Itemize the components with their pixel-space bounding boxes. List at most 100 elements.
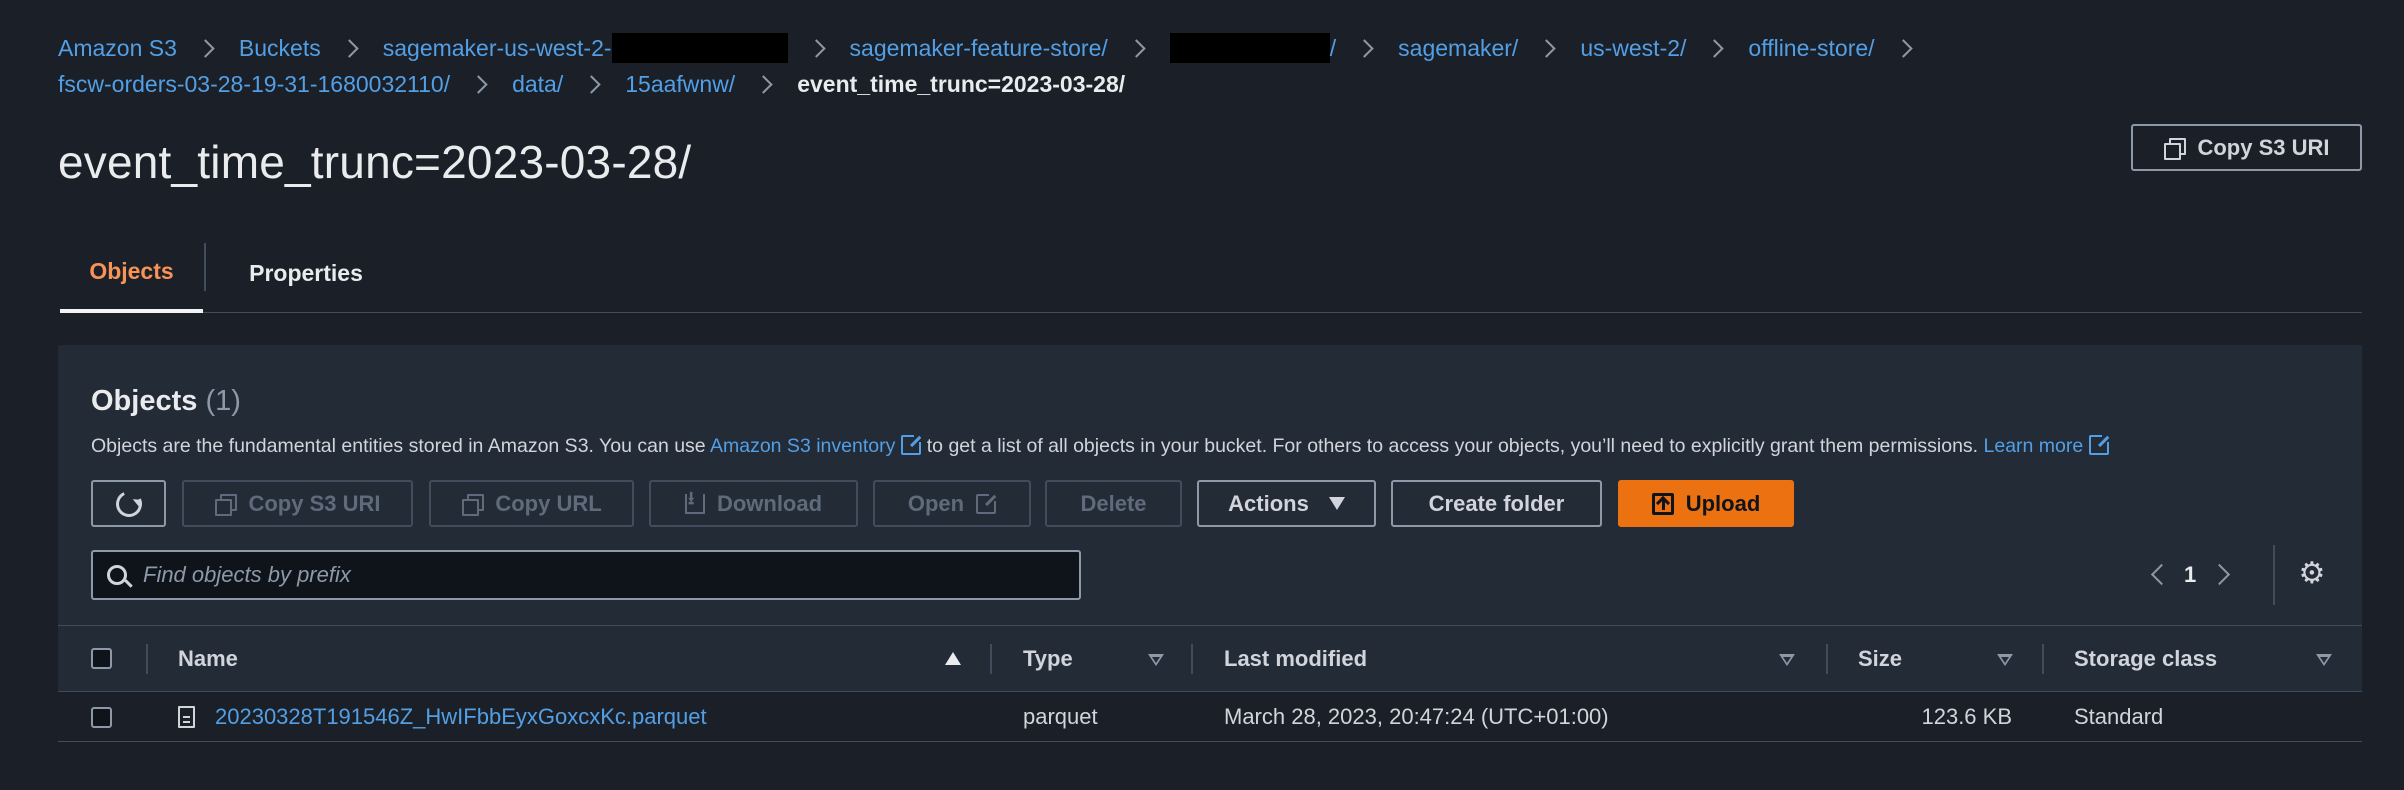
column-divider: [146, 644, 148, 674]
search-icon: [107, 565, 127, 585]
breadcrumb-link[interactable]: sagemaker-feature-store/: [850, 30, 1108, 66]
delete-button[interactable]: Delete: [1045, 480, 1182, 527]
breadcrumb-item-feature-store[interactable]: sagemaker-feature-store/: [850, 30, 1170, 66]
breadcrumb-link[interactable]: sagemaker-us-west-2-: [383, 30, 612, 66]
redaction-bar: [611, 33, 788, 63]
chevron-right-icon: [472, 76, 488, 92]
column-divider: [1191, 644, 1193, 674]
sort-ascending-icon[interactable]: [945, 652, 961, 665]
sort-icon[interactable]: [1148, 654, 1164, 666]
column-header-name[interactable]: Name: [178, 626, 238, 691]
breadcrumb-link[interactable]: us-west-2/: [1580, 30, 1686, 66]
sort-icon[interactable]: [2316, 654, 2332, 666]
open-button[interactable]: Open: [873, 480, 1031, 527]
copy-s3-uri-label: Copy S3 URI: [2197, 134, 2330, 160]
breadcrumb-item-feature-group[interactable]: fscw-orders-03-28-19-31-1680032110/: [58, 66, 512, 102]
sort-icon[interactable]: [1997, 654, 2013, 666]
breadcrumb-link[interactable]: Buckets: [239, 30, 321, 66]
objects-title: Objects: [91, 385, 198, 417]
breadcrumb-item-bucket[interactable]: sagemaker-us-west-2-: [383, 30, 850, 66]
breadcrumb-item-buckets[interactable]: Buckets: [239, 30, 383, 66]
pagination-prev-icon[interactable]: [2142, 557, 2172, 593]
copy-icon: [461, 493, 485, 516]
breadcrumb-link[interactable]: 15aafwnw/: [625, 66, 735, 102]
column-divider: [2042, 644, 2044, 674]
copy-s3-uri-button[interactable]: Copy S3 URI: [2131, 124, 2362, 171]
column-header-type[interactable]: Type: [1023, 626, 1073, 691]
create-folder-button[interactable]: Create folder: [1391, 480, 1602, 527]
redaction-bar: [1169, 33, 1330, 63]
breadcrumb-link[interactable]: data/: [512, 66, 563, 102]
tab-properties[interactable]: Properties: [236, 233, 376, 313]
button-label: Download: [716, 490, 823, 516]
column-header-size[interactable]: Size: [1858, 626, 1902, 691]
row-select-cell: [91, 692, 112, 742]
search-box: [91, 550, 1081, 600]
download-button[interactable]: Download: [649, 480, 858, 527]
pagination-divider: [2273, 545, 2275, 605]
s3-inventory-link[interactable]: Amazon S3 inventory: [710, 435, 895, 457]
chevron-right-icon: [1708, 40, 1724, 56]
table-row[interactable]: 20230328T191546Z_HwIFbbEyxGoxcxKc.parque…: [58, 692, 2362, 742]
tab-objects[interactable]: Objects: [60, 233, 203, 313]
actions-dropdown-button[interactable]: Actions: [1197, 480, 1376, 527]
breadcrumb-link[interactable]: fscw-orders-03-28-19-31-1680032110/: [58, 66, 450, 102]
caret-down-icon: [1328, 497, 1345, 510]
copy-s3-uri-toolbar-button[interactable]: Copy S3 URI: [182, 480, 413, 527]
chevron-right-icon: [1897, 40, 1913, 56]
chevron-right-icon: [343, 40, 359, 56]
page-title: event_time_trunc=2023-03-28/: [58, 136, 692, 188]
breadcrumb-item-account[interactable]: /: [1169, 30, 1398, 66]
tab-divider: [204, 243, 206, 291]
name-cell: 20230328T191546Z_HwIFbbEyxGoxcxKc.parque…: [178, 692, 707, 742]
chevron-right-icon: [1130, 40, 1146, 56]
download-icon: [684, 486, 705, 516]
type-cell: parquet: [1023, 704, 1098, 729]
copy-url-button[interactable]: Copy URL: [429, 480, 634, 527]
breadcrumb-current: event_time_trunc=2023-03-28/: [797, 71, 1126, 97]
breadcrumb-link[interactable]: sagemaker/: [1398, 30, 1518, 66]
objects-heading: Objects (1): [91, 385, 241, 418]
search-input[interactable]: [143, 562, 1043, 588]
sort-icon[interactable]: [1779, 654, 1795, 666]
chevron-right-icon: [585, 76, 601, 92]
breadcrumb-item-offline-store[interactable]: offline-store/: [1748, 30, 1936, 66]
breadcrumb-link[interactable]: /: [1330, 30, 1336, 66]
breadcrumb-item-partition[interactable]: 15aafwnw/: [625, 66, 797, 102]
file-icon: [178, 706, 195, 728]
chevron-right-icon: [1540, 40, 1556, 56]
external-link-icon: [976, 491, 999, 514]
table-header: Name Type Last modified Size Storage cla…: [58, 625, 2362, 692]
object-name-link[interactable]: 20230328T191546Z_HwIFbbEyxGoxcxKc.parque…: [215, 704, 707, 730]
copy-icon: [214, 493, 238, 516]
objects-description: Objects are the fundamental entities sto…: [91, 433, 2112, 458]
external-link-icon: [2089, 433, 2112, 455]
gear-icon[interactable]: ⚙: [2294, 556, 2330, 592]
chevron-right-icon: [757, 76, 773, 92]
breadcrumb-item-region[interactable]: us-west-2/: [1580, 30, 1748, 66]
breadcrumb-link[interactable]: offline-store/: [1748, 30, 1874, 66]
row-checkbox[interactable]: [91, 706, 112, 728]
button-label: Copy URL: [495, 490, 602, 516]
button-label: Open: [907, 490, 965, 516]
upload-button[interactable]: Upload: [1618, 480, 1794, 527]
breadcrumb-item-data[interactable]: data/: [512, 66, 625, 102]
objects-table: Name Type Last modified Size Storage cla…: [58, 625, 2362, 742]
breadcrumb-item-amazon-s3[interactable]: Amazon S3: [58, 30, 239, 66]
refresh-button[interactable]: [91, 480, 166, 527]
breadcrumb-link[interactable]: Amazon S3: [58, 30, 177, 66]
button-label: Copy S3 URI: [248, 490, 381, 516]
column-header-storage-class[interactable]: Storage class: [2074, 626, 2217, 691]
storage-class-cell: Standard: [2074, 704, 2164, 729]
column-divider: [990, 644, 992, 674]
pagination-page-number[interactable]: 1: [2184, 557, 2196, 593]
breadcrumb-item-sagemaker[interactable]: sagemaker/: [1398, 30, 1580, 66]
last-modified-cell: March 28, 2023, 20:47:24 (UTC+01:00): [1224, 704, 1609, 729]
copy-icon: [2163, 137, 2187, 160]
learn-more-link[interactable]: Learn more: [1984, 435, 2084, 457]
objects-count: (1): [205, 385, 241, 417]
column-header-last-modified[interactable]: Last modified: [1224, 626, 1367, 691]
button-label: Create folder: [1428, 490, 1565, 516]
select-all-checkbox[interactable]: [91, 648, 112, 669]
pagination-next-icon[interactable]: [2208, 557, 2238, 593]
